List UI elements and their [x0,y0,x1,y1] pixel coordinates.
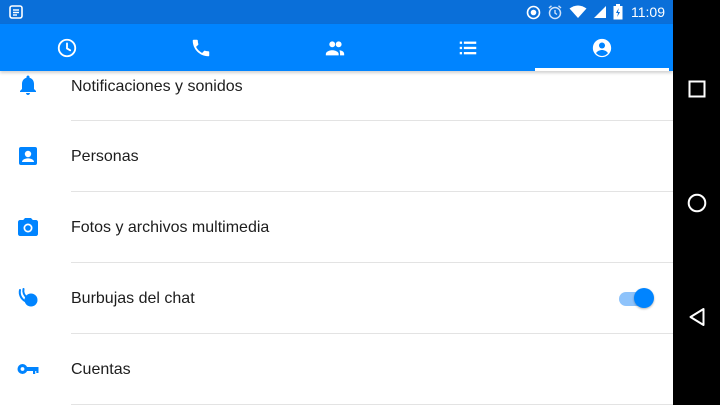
status-bar: 11:09 [0,0,673,24]
key-icon [17,364,39,374]
contact-icon [19,147,37,165]
tab-people[interactable] [268,24,402,71]
tab-bar [0,24,673,71]
toggle-thumb [634,288,654,308]
phone-icon [192,39,210,56]
settings-item-label: Notificaciones y sonidos [71,78,243,95]
recents-button[interactable] [683,75,711,103]
chat-heads-toggle[interactable] [617,287,657,309]
wifi-icon [569,5,587,18]
status-time: 11:09 [631,4,665,20]
settings-item-label: Burbujas del chat [71,290,195,307]
tab-profile[interactable] [535,24,669,71]
bell-icon [20,75,36,95]
battery-charging-icon [613,4,623,20]
navigation-bar [673,0,720,405]
settings-item-people[interactable]: Personas [0,121,673,192]
settings-item-chat-heads[interactable]: Burbujas del chat [0,263,673,334]
data-saver-icon [526,5,541,19]
settings-item-label: Cuentas [71,361,131,378]
home-button[interactable] [683,189,711,217]
recents-square-icon [688,80,706,98]
back-triangle-icon [689,308,705,326]
app-screen: 11:09 Notificaciones y sonidos Personas … [0,0,673,405]
list-icon [459,41,477,54]
tab-calls[interactable] [134,24,268,71]
signal-icon [594,6,606,18]
settings-item-accounts[interactable]: Cuentas [0,334,673,405]
tab-recent[interactable] [0,24,134,71]
camera-icon [18,218,38,236]
settings-item-label: Fotos y archivos multimedia [71,219,270,236]
chat-bubbles-icon [18,288,38,307]
settings-item-label: Personas [71,148,139,165]
notification-icon [9,5,23,19]
people-icon [325,40,345,55]
settings-item-media[interactable]: Fotos y archivos multimedia [0,192,673,263]
selected-tab-indicator [535,68,669,71]
tab-list[interactable] [401,24,535,71]
account-circle-icon [592,38,612,57]
home-circle-icon [687,193,707,213]
alarm-icon [548,5,562,20]
back-button[interactable] [683,303,711,331]
clock-icon [57,38,77,57]
